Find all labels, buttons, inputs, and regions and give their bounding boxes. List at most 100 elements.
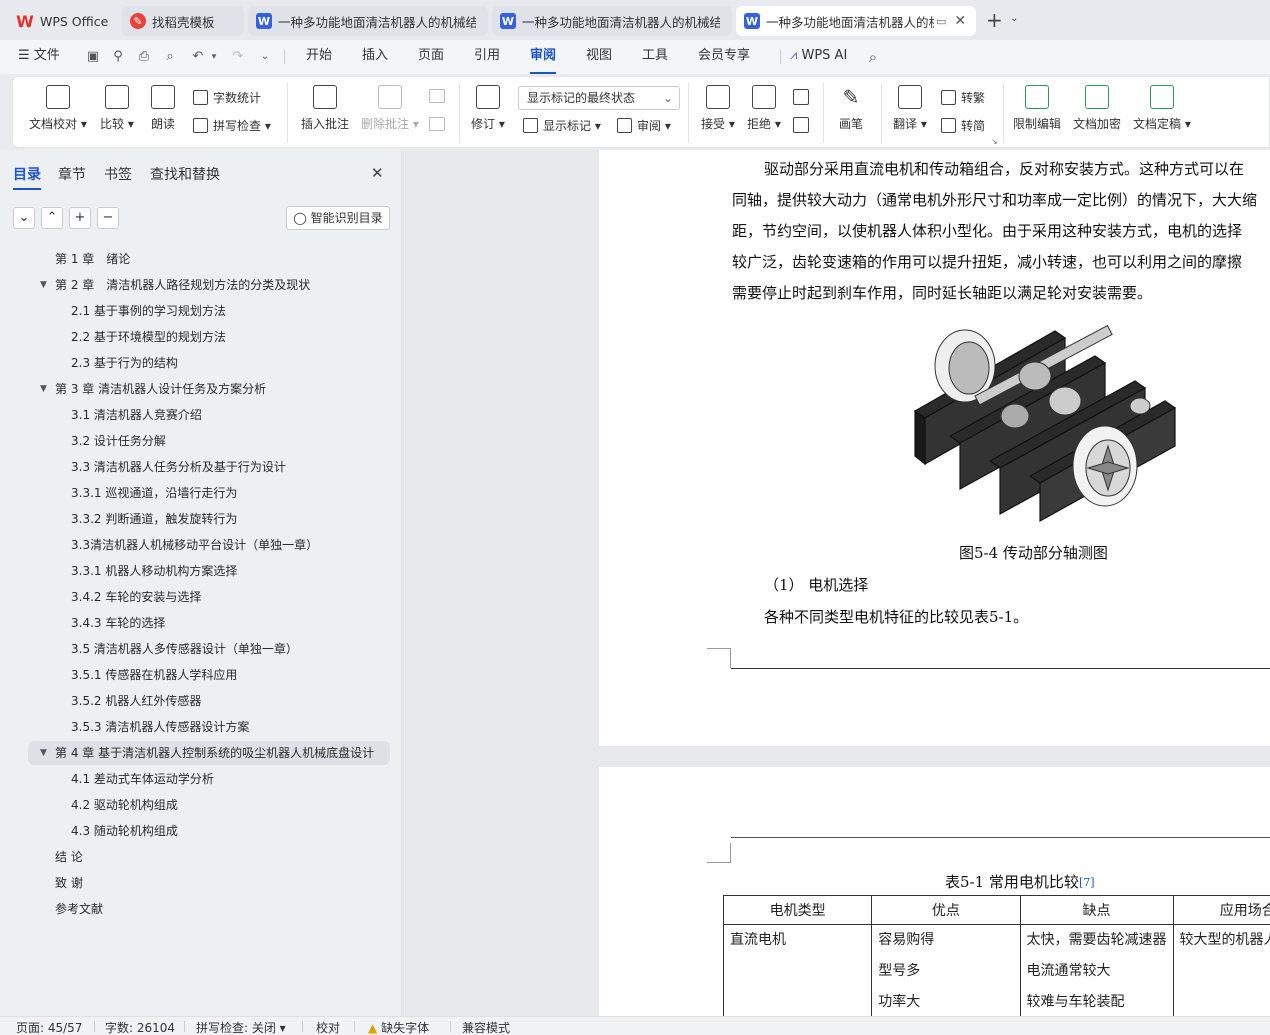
menu-page[interactable]: 页面 [418,40,444,74]
toc-item[interactable]: 3.3.1 巡视通道，沿墙行走行为 [28,481,390,505]
document-canvas[interactable]: 驱动部分采用直流电机和传动箱组合，反对称安装方式。这种方式可以在 同轴，提供较大… [403,150,1270,1016]
menu-member[interactable]: 会员专享 [698,40,750,74]
review-pane-button[interactable]: 审阅 ▾ [617,117,671,134]
tab-document-3-active[interactable]: W 一种多功能地面清洁机器人的机 ▭ ✕ [736,6,976,36]
menu-review[interactable]: 审阅 [530,40,557,74]
markup-state-select[interactable]: 显示标记的最终状态 ⌄ [518,86,680,110]
prev-comment-icon[interactable] [429,89,445,103]
menu-tools[interactable]: 工具 [642,40,668,74]
toc-item[interactable]: 参考文献 [28,897,390,921]
toc-item[interactable]: 3.5.2 机器人红外传感器 [28,689,390,713]
word-count-button[interactable]: 字数统计 [193,89,261,106]
toc-item[interactable]: 3.1 清洁机器人竞赛介绍 [28,403,390,427]
toc-item[interactable]: ▼ 第 2 章 清洁机器人路径规划方法的分类及现状 [28,273,390,297]
smart-toc-button[interactable]: ◯ 智能识别目录 [286,206,390,230]
add-heading-button[interactable]: + [69,207,91,229]
pen-button[interactable]: ✎ 画笔 [839,85,863,132]
toc-item[interactable]: 结 论 [28,845,390,869]
toc-item[interactable]: 3.5.1 传感器在机器人学科应用 [28,663,390,687]
nav-tab-chapters[interactable]: 章节 [58,164,86,184]
toc-item[interactable]: 3.3清洁机器人机械移动平台设计（单独一章） [28,533,390,557]
search-icon[interactable]: ⌕ [865,49,881,65]
print-icon[interactable]: ⎙ [136,49,152,65]
toc-item[interactable]: 3.3 清洁机器人任务分析及基于行为设计 [28,455,390,479]
file-menu[interactable]: ☰ 文件 [18,40,60,74]
doc-finalize-button[interactable]: 文档定稿 ▾ [1133,85,1191,132]
restrict-edit-button[interactable]: 限制编辑 [1013,85,1061,132]
insert-comment-button[interactable]: 插入批注 [301,85,349,132]
menu-view[interactable]: 视图 [586,40,612,74]
spell-check-status[interactable]: 拼写检查: 关闭 ▾ [196,1019,286,1035]
trad-to-simp-button[interactable]: 转简 [941,117,985,134]
translate-button[interactable]: 翻译 ▾ [893,85,927,132]
tab-wps-office[interactable]: W WPS Office [8,6,118,36]
new-tab-button[interactable]: + [986,8,1003,32]
toc-item[interactable]: 致 谢 [28,871,390,895]
collapse-down-button[interactable]: ⌄ [13,207,35,229]
toc-item[interactable]: 2.1 基于事例的学习规划方法 [28,299,390,323]
nav-tab-bookmarks[interactable]: 书签 [104,164,132,184]
toc-item[interactable]: 4.3 随动轮机构组成 [28,819,390,843]
table-cell: 太快，需要齿轮减速器 电流通常较大 较难与车轮装配 [1019,924,1174,1016]
tab-docer-templates[interactable]: ✎ 找稻壳模板 [122,6,244,36]
read-aloud-button[interactable]: 朗读 [151,85,175,132]
compare-button[interactable]: 比较 ▾ [100,85,134,132]
monitor-icon[interactable]: ▭ [936,15,946,28]
doc-proof-button[interactable]: 文档校对 ▾ [29,85,87,132]
toc-item[interactable]: 3.5.3 清洁机器人传感器设计方案 [28,715,390,739]
toc-item[interactable]: 3.3.2 判断通道，触发旋转行为 [28,507,390,531]
close-nav-icon[interactable]: ✕ [371,164,384,182]
reject-button[interactable]: 拒绝 ▾ [747,85,781,132]
toc-item[interactable]: 3.4.3 车轮的选择 [28,611,390,635]
caret-down-icon[interactable]: ▼ [40,377,47,401]
nav-tab-find-replace[interactable]: 查找和替换 [150,164,220,184]
more-chevron-icon[interactable]: ⌄ [257,49,273,65]
delete-comment-button[interactable]: 删除批注 ▾ [361,85,419,132]
missing-font-status[interactable]: ▲ 缺失字体 [368,1019,429,1035]
menu-insert[interactable]: 插入 [362,40,388,74]
toc-item[interactable]: ▼ 第 4 章 基于清洁机器人控制系统的吸尘机器人机械底盘设计 [28,741,390,765]
undo-icon[interactable]: ↶ [190,49,206,65]
caret-down-icon[interactable]: ▼ [40,741,47,765]
toc-item[interactable]: 2.3 基于行为的结构 [28,351,390,375]
toc-item[interactable]: 3.5 清洁机器人多传感器设计（单独一章） [28,637,390,661]
menu-reference[interactable]: 引用 [474,40,500,74]
next-change-icon[interactable] [793,117,809,133]
caret-down-icon[interactable]: ▼ [40,273,47,297]
nav-tab-toc[interactable]: 目录 [13,164,41,190]
wps-ai-button[interactable]: ⩘ WPS AI [790,40,847,74]
show-markup-button[interactable]: 显示标记 ▾ [523,117,601,134]
toc-item[interactable]: 4.1 差动式车体运动学分析 [28,767,390,791]
save-icon[interactable]: ▣ [85,49,101,65]
next-comment-icon[interactable] [429,117,445,131]
toc-item[interactable]: 第 1 章 绪论 [28,247,390,271]
track-changes-button[interactable]: 修订 ▾ [471,85,505,132]
toc-item[interactable]: 2.2 基于环境模型的规划方法 [28,325,390,349]
page-indicator[interactable]: 页面: 45/57 [16,1019,82,1035]
tab-document-1[interactable]: W 一种多功能地面清洁机器人的机械结构 [248,6,488,36]
simp-to-trad-button[interactable]: 转繁 [941,89,985,106]
proof-status[interactable]: 校对 [316,1019,340,1035]
restrict-edit-icon [1025,85,1049,109]
collapse-up-button[interactable]: ⌃ [41,207,63,229]
doc-encrypt-button[interactable]: 文档加密 [1073,85,1121,132]
toc-item[interactable]: 3.3.1 机器人移动机构方案选择 [28,559,390,583]
toc-item[interactable]: 3.2 设计任务分解 [28,429,390,453]
word-count-status[interactable]: 字数: 26104 [105,1019,175,1035]
accept-button[interactable]: 接受 ▾ [701,85,735,132]
spell-check-button[interactable]: 拼写检查 ▾ [193,117,271,134]
toc-item[interactable]: ▼ 第 3 章 清洁机器人设计任务及方案分析 [28,377,390,401]
tab-list-chevron-icon[interactable]: ⌄ [1010,13,1018,24]
toc-item[interactable]: 4.2 驱动轮机构组成 [28,793,390,817]
remove-heading-button[interactable]: − [97,207,119,229]
menu-start[interactable]: 开始 [306,40,332,74]
redo-icon[interactable]: ↷ [230,49,246,65]
tab-document-2[interactable]: W 一种多功能地面清洁机器人的机械结构 [492,6,732,36]
dialog-launcher-icon[interactable]: ↘ [991,137,998,146]
undo-dropdown-icon[interactable]: ▾ [206,49,222,65]
close-tab-icon[interactable]: ✕ [954,13,966,29]
prev-change-icon[interactable] [793,89,809,105]
print-preview-icon[interactable]: ⌕ [162,49,178,65]
toc-item[interactable]: 3.4.2 车轮的安装与选择 [28,585,390,609]
share-icon[interactable]: ⚲ [110,49,126,65]
